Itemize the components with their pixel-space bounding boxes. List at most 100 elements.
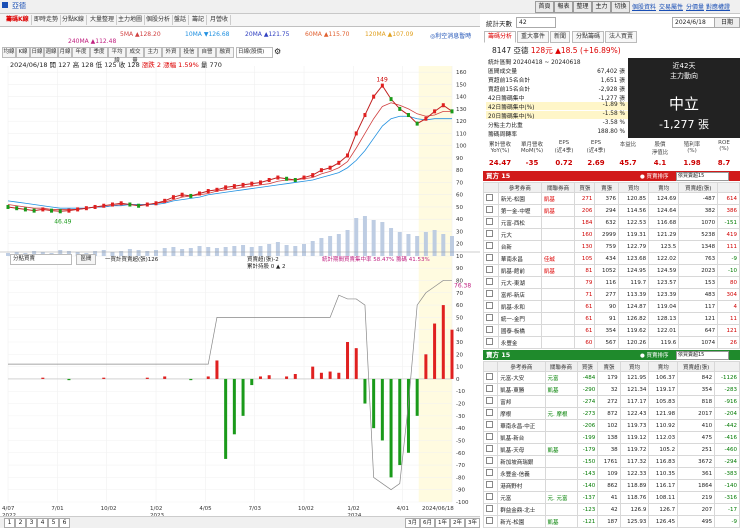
table-row[interactable]: 凱基-天母 凱基 -179 38 119.72 105.2 251 -460 <box>482 443 740 456</box>
table-row[interactable]: 凱基-新台 -199 138 119.12 112.03 475 -416 <box>482 431 740 444</box>
row-checkbox[interactable] <box>483 336 499 349</box>
row-checkbox[interactable] <box>483 192 499 205</box>
col-header[interactable]: 賣均 <box>648 361 679 372</box>
home-button[interactable]: 首頁 <box>535 1 554 13</box>
row-checkbox[interactable] <box>482 383 499 396</box>
period-select[interactable]: 日線(股價) <box>236 47 273 58</box>
warrant-link[interactable]: 對應權證 <box>706 2 730 11</box>
table-row[interactable]: 台新 130 759 122.79 123.5 1348 111 <box>483 240 740 253</box>
buy-sort[interactable]: ● 買賣排序 <box>640 172 669 180</box>
table-row[interactable]: 摩根 元. 摩根 -273 872 122.43 121.98 2017 -204 <box>482 407 740 420</box>
control-2[interactable]: 日線 <box>30 47 44 58</box>
row-checkbox[interactable] <box>483 216 499 229</box>
control-4[interactable]: 月線 <box>58 47 72 58</box>
tab-talk[interactable]: 盤話 <box>172 15 190 25</box>
table-row[interactable]: 富邦-新店 71 277 113.39 123.39 483 304 <box>483 288 740 301</box>
tab-chip-analysis[interactable]: 籌碼分析 <box>484 31 517 43</box>
date-button[interactable]: 日期 <box>714 17 740 28</box>
tab-news[interactable]: 新聞 <box>550 31 571 43</box>
row-checkbox[interactable] <box>482 395 499 408</box>
table-row[interactable]: 富邦 -274 272 117.17 105.83 818 -916 <box>482 395 740 408</box>
col-header[interactable]: 買均 <box>619 361 650 372</box>
switch-button[interactable]: 切換 <box>611 1 630 13</box>
table-row[interactable]: 凱基-永和 61 90 124.87 119.04 117 4 <box>483 300 740 313</box>
table-row[interactable]: 新光-松園 凱基 271 376 120.85 124.69 -487 614 <box>483 192 740 205</box>
tab-branch[interactable]: 分點籌碼 <box>572 31 605 43</box>
date-input[interactable]: 2024/6/18 <box>672 17 716 28</box>
tab-chip-k[interactable]: 籌碼K線 <box>4 15 32 25</box>
row-checkbox[interactable] <box>483 276 499 289</box>
col-header[interactable]: 買賣超(張) <box>677 361 716 372</box>
row-checkbox[interactable] <box>483 240 499 253</box>
control-8[interactable]: 成交量 <box>126 47 144 64</box>
gear-icon[interactable]: ⚙ <box>274 47 283 56</box>
table-row[interactable]: 永豐金-信義 -143 109 122.33 110.35 361 -383 <box>482 467 740 480</box>
stock-info-link[interactable]: 個股資料 <box>632 2 656 11</box>
row-checkbox[interactable] <box>483 324 499 337</box>
control-0[interactable]: 均線 <box>2 47 16 58</box>
col-header[interactable]: 參考券商 <box>497 361 546 372</box>
control-13[interactable]: 融資 <box>216 47 234 58</box>
price-volume-link[interactable]: 分價量 <box>686 2 704 11</box>
col-header[interactable]: 賣張 <box>597 361 621 372</box>
control-1[interactable]: K線 <box>16 47 30 58</box>
control-9[interactable]: 主力 <box>144 47 162 58</box>
main-force-button[interactable]: 主力 <box>592 1 611 13</box>
col-header[interactable]: 買賣超(張) <box>678 182 719 193</box>
control-7[interactable]: 平均線 <box>108 47 126 64</box>
row-checkbox[interactable] <box>482 503 499 516</box>
sub-chart-select[interactable]: 分點買賣 <box>10 254 72 265</box>
row-checkbox[interactable] <box>482 443 499 456</box>
col-header[interactable]: 賣張 <box>594 182 619 193</box>
row-checkbox[interactable] <box>482 371 499 384</box>
tab-institutional[interactable]: 法人買賣 <box>605 31 638 43</box>
row-checkbox[interactable] <box>482 467 499 480</box>
control-10[interactable]: 外資 <box>162 47 180 58</box>
table-row[interactable]: 凱基-館前 凱基 81 1052 124.95 124.59 2023 -10 <box>483 264 740 277</box>
table-row[interactable]: 元大-東湖 79 116 119.7 123.57 153 80 <box>483 276 740 289</box>
table-row[interactable]: 國泰-板橋 61 354 119.62 122.01 647 121 <box>483 324 740 337</box>
table-row[interactable]: 元大 160 2999 119.31 121.29 5238 419 <box>483 228 740 241</box>
row-checkbox[interactable] <box>483 288 499 301</box>
row-checkbox[interactable] <box>482 491 499 504</box>
table-row[interactable]: 永豐金 60 567 120.26 119.6 1074 26 <box>483 336 740 349</box>
buy-select[interactable]: 依買賣超15 <box>676 172 729 181</box>
control-5[interactable]: 年度 <box>72 47 90 58</box>
organize-button[interactable]: 整理 <box>573 1 592 13</box>
row-checkbox[interactable] <box>482 479 499 492</box>
row-checkbox[interactable] <box>482 515 499 528</box>
table-row[interactable]: 新加坡商瑞銀 -150 1761 117.32 116.83 3672 -294 <box>482 455 740 468</box>
row-checkbox[interactable] <box>483 252 499 265</box>
table-row[interactable]: 元富 元. 元富 -137 41 118.76 108.11 219 -316 <box>482 491 740 504</box>
range-button[interactable]: 區間 <box>76 254 96 265</box>
row-checkbox[interactable] <box>483 228 499 241</box>
control-3[interactable]: 週線 <box>44 47 58 58</box>
sell-sort[interactable]: ● 買賣排序 <box>640 351 669 359</box>
row-checkbox[interactable] <box>483 204 499 217</box>
col-header[interactable]: 買張 <box>574 182 596 193</box>
control-12[interactable]: 自營 <box>198 47 216 58</box>
table-row[interactable]: 元富-大安 元富 -484 179 121.95 106.37 842 -1126 <box>482 371 740 384</box>
col-header[interactable]: 賣均 <box>648 182 680 193</box>
row-checkbox[interactable] <box>483 264 499 277</box>
row-checkbox[interactable] <box>482 431 499 444</box>
table-row[interactable]: 新光-松園 凱基 -121 187 125.93 126.45 495 -9 <box>482 515 740 528</box>
tab-revenue[interactable]: 月營收 <box>208 15 232 25</box>
row-checkbox[interactable] <box>482 455 499 468</box>
row-checkbox[interactable] <box>483 300 499 313</box>
row-checkbox[interactable] <box>483 312 499 325</box>
table-row[interactable]: 元富-西松 184 632 122.53 116.68 1070 -151 <box>483 216 740 229</box>
trade-attr-link[interactable]: 交易屬性 <box>659 2 683 11</box>
tab-realtime[interactable]: 即時走勢 <box>32 15 62 25</box>
control-11[interactable]: 投信 <box>180 47 198 58</box>
table-row[interactable]: 華南永昌-中正 -206 102 119.73 110.92 410 -442 <box>482 419 740 432</box>
tab-events[interactable]: 重大事件 <box>517 31 550 43</box>
table-row[interactable]: 華南永昌 佳誠 105 434 123.68 122.02 763 -9 <box>483 252 740 265</box>
table-row[interactable]: 港商野村 -140 862 118.89 116.17 1864 -140 <box>482 479 740 492</box>
tab-volume[interactable]: 大量整理 <box>88 15 118 25</box>
bad-news-note[interactable]: ◎利空消息暫時 <box>430 31 471 40</box>
col-header[interactable]: 關聯券商 <box>544 361 578 372</box>
report-button[interactable]: 報表 <box>554 1 573 13</box>
control-6[interactable]: 季度 <box>90 47 108 58</box>
col-header[interactable]: 參考券商 <box>497 182 542 193</box>
